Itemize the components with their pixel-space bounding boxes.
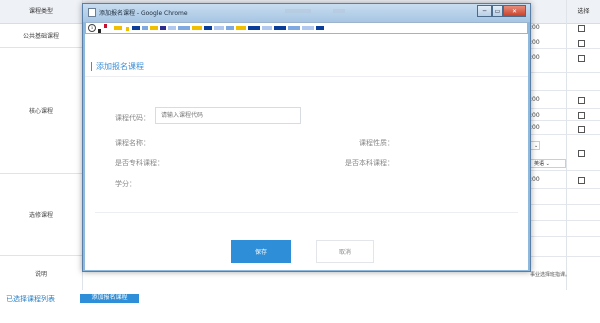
row-divider <box>530 134 600 135</box>
url-redaction-block <box>126 27 129 31</box>
url-redaction-block <box>142 26 148 30</box>
url-redaction-block <box>262 26 272 30</box>
url-redaction-block <box>274 26 286 30</box>
address-bar[interactable]: i <box>85 22 528 34</box>
window-title: 添加报名课程 - Google Chrome <box>99 10 188 17</box>
titlebar-blurred-text <box>285 9 311 13</box>
notes-text: 事业选择班指课。 <box>530 272 571 278</box>
url-redaction-block <box>132 26 140 30</box>
url-redaction-block <box>150 26 158 30</box>
url-redaction-block <box>288 26 300 30</box>
url-redaction-block <box>204 26 212 30</box>
row-divider <box>530 220 600 221</box>
course-code-input[interactable] <box>155 107 301 124</box>
column-divider <box>566 0 567 290</box>
dialog-content: 添加报名课程 课程代码： 课程名称： 课程性质： 是否专科课程： 是否本科课程：… <box>85 34 528 270</box>
save-button[interactable]: 保存 <box>231 240 291 263</box>
cancel-button[interactable]: 取消 <box>316 240 374 263</box>
url-redaction-block <box>160 26 166 30</box>
row-divider <box>530 188 600 189</box>
row-divider <box>530 48 600 49</box>
url-redaction-block <box>214 26 224 30</box>
footer-divider <box>95 212 518 213</box>
row-divider <box>530 256 600 257</box>
credits-label: 学分： <box>115 180 136 188</box>
url-redaction-block <box>178 26 190 30</box>
add-course-button[interactable]: 添加报名课程 <box>80 294 139 303</box>
row-divider <box>530 170 600 171</box>
row-divider <box>530 108 600 109</box>
info-icon[interactable]: i <box>88 24 96 32</box>
row-select[interactable]: 英语 ⌄ <box>530 159 566 168</box>
url-redaction-block <box>168 26 176 30</box>
url-redaction-block <box>192 26 202 30</box>
course-code-label: 课程代码： <box>115 114 150 122</box>
time-cell: :00 <box>530 24 540 31</box>
url-redaction-block <box>302 26 314 30</box>
time-cell: :00 <box>530 54 540 61</box>
header-course-type: 课程类型 <box>28 8 53 15</box>
course-name-label: 课程名称： <box>115 139 150 147</box>
url-redaction-block <box>98 29 101 33</box>
row-checkbox[interactable] <box>578 126 585 133</box>
row-divider <box>530 120 600 121</box>
row-checkbox[interactable] <box>578 25 585 32</box>
url-redaction-block <box>104 24 107 28</box>
page-favicon-icon <box>88 8 96 17</box>
url-redaction-block <box>248 26 260 30</box>
row-select[interactable]: ⌄ <box>530 141 540 150</box>
row-divider <box>530 236 600 237</box>
row-checkbox[interactable] <box>578 112 585 119</box>
time-cell: :00 <box>530 124 540 131</box>
window-titlebar[interactable]: 添加报名课程 - Google Chrome ─ ▭ ✕ <box>83 4 530 22</box>
is-specialty-course-label: 是否专科课程： <box>115 159 164 167</box>
dialog-title: 添加报名课程 <box>91 62 144 71</box>
is-undergrad-course-label: 是否本科课程： <box>345 159 394 167</box>
row-divider <box>530 204 600 205</box>
time-cell: :00 <box>530 176 540 183</box>
chrome-popup-window: 添加报名课程 - Google Chrome ─ ▭ ✕ i 添加报名课程 课程… <box>82 3 531 272</box>
row-checkbox[interactable] <box>578 177 585 184</box>
row-checkbox[interactable] <box>578 97 585 104</box>
time-cell: :00 <box>530 112 540 119</box>
titlebar-blurred-text <box>333 9 345 13</box>
row-checkbox[interactable] <box>578 150 585 157</box>
category-notes: 说明 <box>34 270 47 278</box>
close-button[interactable]: ✕ <box>503 5 526 17</box>
url-redaction-block <box>236 26 246 30</box>
category-elective: 选修课程 <box>0 174 82 256</box>
url-redaction-block <box>114 26 122 30</box>
row-checkbox[interactable] <box>578 55 585 62</box>
maximize-button[interactable]: ▭ <box>492 5 503 17</box>
header-select: 选择 <box>566 0 600 24</box>
url-redaction-block <box>316 26 324 30</box>
row-divider <box>530 72 600 73</box>
course-nature-label: 课程性质： <box>359 139 394 147</box>
row-select-value: 英语 <box>534 161 545 167</box>
row-checkbox[interactable] <box>578 40 585 47</box>
title-divider <box>85 76 528 77</box>
selected-course-list-title: 已选择课程列表 <box>6 295 55 303</box>
category-core: 核心课程 <box>0 48 82 174</box>
category-public-basic: 公共基础课程 <box>0 24 82 48</box>
time-cell: :00 <box>530 39 540 46</box>
minimize-button[interactable]: ─ <box>477 5 492 17</box>
time-cell: :00 <box>530 96 540 103</box>
row-divider <box>530 90 600 91</box>
url-redaction-block <box>226 26 234 30</box>
